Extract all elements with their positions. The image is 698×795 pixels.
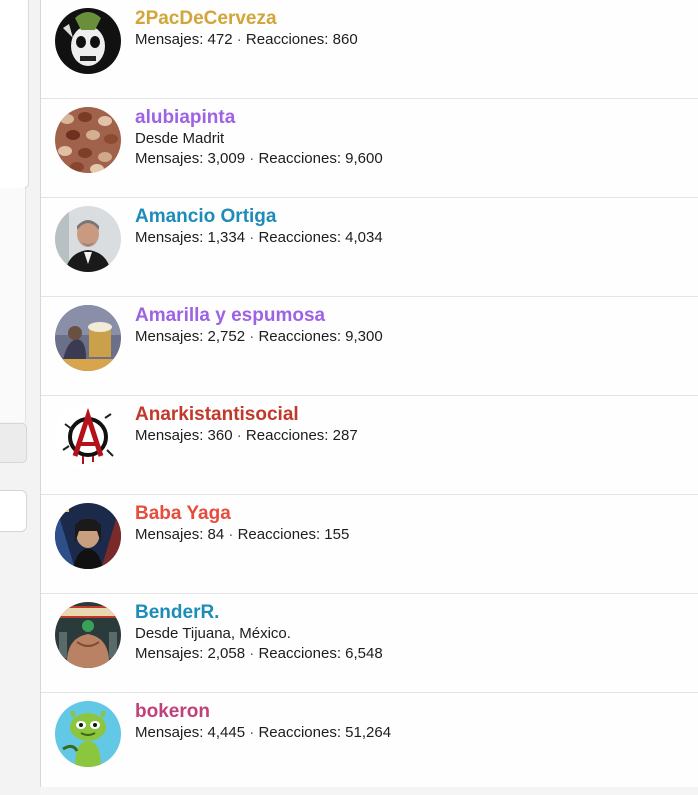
- reactions-label: Reacciones:: [237, 526, 321, 543]
- messages-count: 2,752: [207, 328, 246, 345]
- username-link[interactable]: Anarkistantisocial: [135, 404, 691, 426]
- reactions-count: 860: [332, 31, 358, 48]
- member-stats: Mensajes: 84 · Reacciones: 155: [135, 525, 691, 545]
- stats-separator: ·: [228, 526, 234, 543]
- poster-avatar-icon[interactable]: [55, 503, 121, 569]
- scene-avatar-icon[interactable]: [55, 305, 121, 371]
- member-row: BenderR. Desde Tijuana, México. Mensajes…: [41, 594, 698, 693]
- username-link[interactable]: bokeron: [135, 701, 691, 723]
- username-link[interactable]: BenderR.: [135, 602, 691, 624]
- member-stats: Mensajes: 3,009 · Reacciones: 9,600: [135, 149, 691, 169]
- stats-separator: ·: [236, 31, 242, 48]
- member-row: alubiapinta Desde Madrit Mensajes: 3,009…: [41, 99, 698, 198]
- anarchy-avatar-icon[interactable]: [55, 404, 121, 470]
- reactions-label: Reacciones:: [258, 150, 341, 167]
- messages-label: Mensajes:: [135, 150, 204, 167]
- reactions-count: 51,264: [345, 724, 392, 741]
- sidebar-card: [0, 0, 29, 189]
- reactions-label: Reacciones:: [258, 328, 341, 345]
- messages-label: Mensajes:: [135, 328, 204, 345]
- member-row: 2PacDeCerveza Mensajes: 472 · Reacciones…: [41, 0, 698, 99]
- messages-count: 84: [207, 526, 225, 543]
- messages-count: 360: [207, 427, 233, 444]
- messages-label: Mensajes:: [135, 724, 204, 741]
- reactions-count: 6,548: [345, 645, 383, 662]
- member-row: Amarilla y espumosa Mensajes: 2,752 · Re…: [41, 297, 698, 396]
- member-stats: Mensajes: 2,058 · Reacciones: 6,548: [135, 644, 691, 664]
- page: 2PacDeCerveza Mensajes: 472 · Reacciones…: [0, 0, 698, 795]
- member-row: bokeron Mensajes: 4,445 · Reacciones: 51…: [41, 693, 698, 792]
- stats-separator: ·: [236, 427, 242, 444]
- username-link[interactable]: Amancio Ortiga: [135, 206, 691, 228]
- member-stats: Mensajes: 472 · Reacciones: 860: [135, 30, 691, 50]
- stats-separator: ·: [249, 724, 255, 741]
- reactions-count: 155: [324, 526, 350, 543]
- beans-avatar-icon[interactable]: [55, 107, 121, 173]
- bodybuilder-avatar-icon[interactable]: [55, 602, 121, 668]
- messages-count: 4,445: [207, 724, 246, 741]
- stats-separator: ·: [249, 229, 255, 246]
- reactions-label: Reacciones:: [258, 645, 341, 662]
- sidebar-input[interactable]: [0, 490, 27, 532]
- reactions-count: 9,600: [345, 150, 383, 167]
- reactions-label: Reacciones:: [258, 724, 341, 741]
- man-portrait-avatar-icon[interactable]: [55, 206, 121, 272]
- messages-label: Mensajes:: [135, 645, 204, 662]
- member-stats: Mensajes: 2,752 · Reacciones: 9,300: [135, 327, 691, 347]
- username-link[interactable]: 2PacDeCerveza: [135, 8, 691, 30]
- reactions-count: 9,300: [345, 328, 383, 345]
- member-stats: Mensajes: 4,445 · Reacciones: 51,264: [135, 723, 691, 743]
- member-stats: Mensajes: 360 · Reacciones: 287: [135, 426, 691, 446]
- stats-separator: ·: [249, 645, 255, 662]
- username-link[interactable]: Baba Yaga: [135, 503, 691, 525]
- sidebar-button[interactable]: [0, 423, 27, 463]
- username-link[interactable]: alubiapinta: [135, 107, 691, 129]
- reactions-label: Reacciones:: [245, 31, 329, 48]
- messages-count: 1,334: [207, 229, 246, 246]
- messages-count: 472: [207, 31, 233, 48]
- sidebar: [0, 0, 40, 795]
- reactions-count: 287: [332, 427, 358, 444]
- sidebar-panel: [0, 188, 26, 422]
- messages-label: Mensajes:: [135, 229, 204, 246]
- stats-separator: ·: [249, 328, 255, 345]
- messages-label: Mensajes:: [135, 31, 204, 48]
- username-link[interactable]: Amarilla y espumosa: [135, 305, 691, 327]
- reactions-count: 4,034: [345, 229, 383, 246]
- member-row: Anarkistantisocial Mensajes: 360 · Reacc…: [41, 396, 698, 495]
- member-location: Desde Madrit: [135, 130, 225, 147]
- messages-count: 3,009: [207, 150, 246, 167]
- messages-label: Mensajes:: [135, 427, 204, 444]
- messages-count: 2,058: [207, 645, 246, 662]
- member-location: Desde Tijuana, México.: [135, 625, 291, 642]
- member-row: Amancio Ortiga Mensajes: 1,334 · Reaccio…: [41, 198, 698, 297]
- reactions-label: Reacciones:: [258, 229, 341, 246]
- alien-avatar-icon[interactable]: [55, 701, 121, 767]
- skull-avatar-icon[interactable]: [55, 8, 121, 74]
- messages-label: Mensajes:: [135, 526, 204, 543]
- stats-separator: ·: [249, 150, 255, 167]
- member-stats: Mensajes: 1,334 · Reacciones: 4,034: [135, 228, 691, 248]
- member-list: 2PacDeCerveza Mensajes: 472 · Reacciones…: [40, 0, 698, 792]
- list-footer: [40, 787, 698, 795]
- member-row: Baba Yaga Mensajes: 84 · Reacciones: 155: [41, 495, 698, 594]
- reactions-label: Reacciones:: [245, 427, 329, 444]
